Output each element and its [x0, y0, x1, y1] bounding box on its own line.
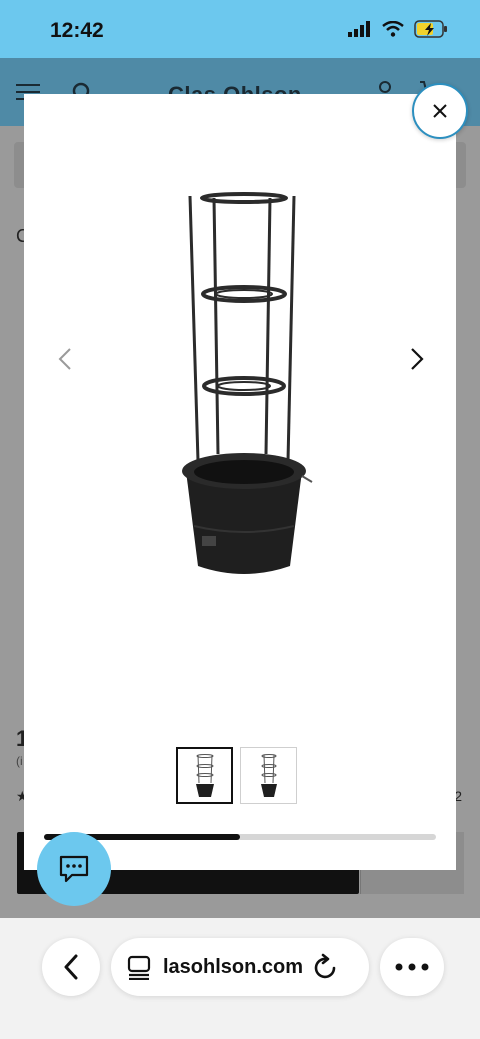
wifi-icon — [382, 21, 404, 37]
previous-image-button[interactable] — [50, 344, 80, 374]
close-button[interactable] — [412, 83, 468, 139]
status-icons — [348, 20, 448, 38]
status-bar: 12:42 — [0, 0, 480, 58]
chat-button[interactable] — [37, 832, 111, 906]
more-dots-icon — [395, 963, 429, 971]
close-icon — [433, 104, 447, 118]
reload-icon[interactable] — [313, 953, 339, 981]
browser-url-text: lasohlson.com — [163, 955, 304, 978]
signal-icon — [348, 21, 370, 37]
thumbnail-image-1 — [195, 753, 214, 797]
chat-bubble-icon — [59, 855, 89, 883]
carousel-progress-bar — [44, 834, 436, 840]
browser-toolbar: lasohlson.com — [0, 918, 480, 1039]
chevron-right-icon — [411, 348, 424, 370]
browser-back-button[interactable] — [42, 938, 100, 996]
browser-more-button[interactable] — [380, 938, 444, 996]
background-small-text: (i — [16, 754, 23, 768]
thumbnail-1[interactable] — [176, 747, 233, 804]
battery-charging-icon — [414, 20, 447, 38]
tabs-icon — [127, 955, 151, 980]
chevron-left-icon — [58, 348, 71, 370]
chevron-left-icon — [64, 954, 78, 980]
status-time: 12:42 — [50, 19, 104, 42]
next-image-button[interactable] — [402, 344, 432, 374]
thumbnail-image-2 — [260, 753, 277, 797]
image-gallery-modal — [24, 94, 456, 870]
thumbnail-2[interactable] — [240, 747, 297, 804]
browser-address-bar[interactable]: lasohlson.com — [111, 938, 369, 996]
product-image[interactable] — [174, 186, 316, 588]
